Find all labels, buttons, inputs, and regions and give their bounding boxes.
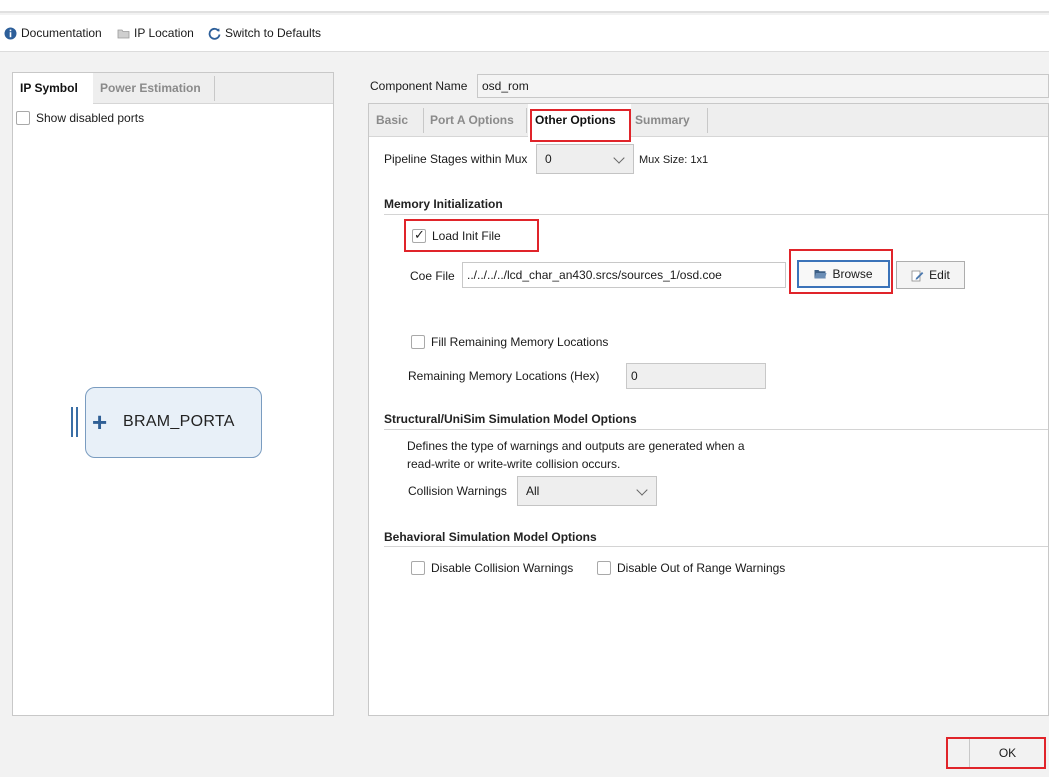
edit-button[interactable]: Edit bbox=[896, 261, 965, 289]
disable-collision-checkbox[interactable] bbox=[411, 561, 425, 575]
structural-description-line2: read-write or write-write collision occu… bbox=[407, 457, 621, 471]
ok-button[interactable]: OK bbox=[969, 738, 1045, 767]
edit-icon bbox=[911, 270, 924, 281]
documentation-button[interactable]: Documentation bbox=[4, 26, 102, 40]
refresh-icon bbox=[208, 27, 221, 40]
load-init-file-label: Load Init File bbox=[432, 229, 501, 243]
collision-warnings-label: Collision Warnings bbox=[408, 484, 507, 498]
ip-location-button[interactable]: IP Location bbox=[117, 26, 194, 40]
pipeline-stages-value: 0 bbox=[545, 152, 552, 166]
disable-out-of-range-checkbox[interactable] bbox=[597, 561, 611, 575]
behavioral-options-title: Behavioral Simulation Model Options bbox=[384, 530, 597, 544]
info-icon bbox=[4, 27, 17, 39]
component-name-label: Component Name bbox=[370, 79, 468, 93]
window-top-strip bbox=[0, 0, 1049, 13]
memory-initialization-title: Memory Initialization bbox=[384, 197, 503, 211]
tab-divider bbox=[526, 108, 527, 133]
edit-label: Edit bbox=[929, 268, 950, 282]
collision-warnings-select[interactable]: All bbox=[517, 476, 657, 506]
tab-basic[interactable]: Basic bbox=[369, 104, 415, 137]
section-divider bbox=[384, 214, 1048, 215]
ip-location-label: IP Location bbox=[134, 26, 194, 40]
pipeline-stages-select[interactable]: 0 bbox=[536, 144, 634, 174]
switch-defaults-button[interactable]: Switch to Defaults bbox=[208, 26, 321, 40]
tab-divider bbox=[214, 76, 215, 101]
collision-warnings-value: All bbox=[526, 484, 540, 498]
coe-file-input[interactable]: ../../../../lcd_char_an430.srcs/sources_… bbox=[462, 262, 786, 288]
mux-size-label: Mux Size: 1x1 bbox=[639, 154, 709, 166]
bram-porta-label: BRAM_PORTA bbox=[123, 413, 235, 430]
chevron-down-icon bbox=[636, 484, 648, 496]
pipeline-stages-label: Pipeline Stages within Mux bbox=[384, 152, 528, 166]
remaining-locations-label: Remaining Memory Locations (Hex) bbox=[408, 369, 600, 383]
fill-remaining-checkbox[interactable] bbox=[411, 335, 425, 349]
toolbar: Documentation IP Location Switch to Defa… bbox=[0, 15, 1049, 52]
show-disabled-ports-label: Show disabled ports bbox=[36, 111, 145, 125]
tab-ip-symbol[interactable]: IP Symbol bbox=[13, 73, 93, 104]
tab-divider bbox=[707, 108, 708, 133]
options-panel: Basic Port A Options Other Options Summa… bbox=[368, 103, 1049, 716]
ok-label: OK bbox=[998, 745, 1017, 760]
tab-port-a-options[interactable]: Port A Options bbox=[423, 104, 521, 137]
load-init-file-checkbox[interactable] bbox=[412, 227, 426, 243]
tab-other-options[interactable]: Other Options bbox=[528, 104, 631, 137]
ip-symbol-panel: IP Symbol Power Estimation Show disabled… bbox=[12, 72, 334, 716]
tab-power-estimation[interactable]: Power Estimation bbox=[93, 73, 208, 104]
section-divider bbox=[384, 546, 1048, 547]
documentation-label: Documentation bbox=[21, 26, 102, 40]
browse-label: Browse bbox=[832, 267, 873, 281]
component-name-input[interactable]: osd_rom bbox=[477, 74, 1049, 98]
switch-defaults-label: Switch to Defaults bbox=[225, 26, 322, 40]
section-divider bbox=[384, 429, 1048, 430]
disable-out-of-range-label: Disable Out of Range Warnings bbox=[617, 561, 786, 575]
folder-icon bbox=[117, 29, 130, 38]
structural-description-line1: Defines the type of warnings and outputs… bbox=[407, 439, 745, 453]
expand-plus-icon[interactable]: + bbox=[92, 409, 107, 435]
tab-summary[interactable]: Summary bbox=[628, 104, 697, 137]
remaining-locations-input[interactable]: 0 bbox=[626, 363, 766, 389]
structural-options-title: Structural/UniSim Simulation Model Optio… bbox=[384, 412, 637, 426]
options-tab-bar: Basic Port A Options Other Options Summa… bbox=[369, 104, 1048, 137]
chevron-down-icon bbox=[613, 152, 625, 164]
open-folder-icon bbox=[814, 270, 827, 279]
show-disabled-ports-checkbox[interactable] bbox=[16, 111, 30, 125]
port-bus-icon bbox=[71, 407, 81, 437]
coe-file-label: Coe File bbox=[410, 269, 455, 283]
disable-collision-label: Disable Collision Warnings bbox=[431, 561, 574, 575]
left-tab-bar: IP Symbol Power Estimation bbox=[13, 73, 333, 104]
browse-button[interactable]: Browse bbox=[797, 260, 890, 288]
fill-remaining-label: Fill Remaining Memory Locations bbox=[431, 335, 609, 349]
